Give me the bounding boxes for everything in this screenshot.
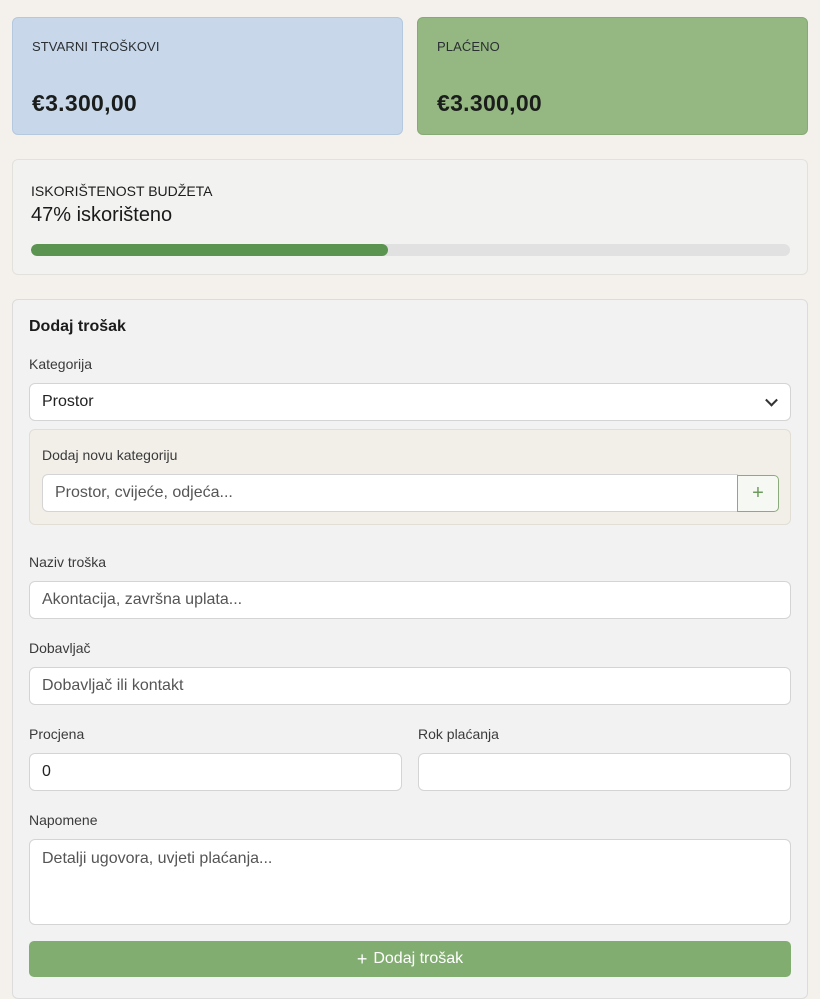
category-select[interactable]: Prostor (29, 383, 791, 421)
budget-usage-percent: 47% iskorišteno (31, 204, 173, 226)
new-category-input[interactable]: Prostor, cvijeće, odjeća... (42, 474, 738, 512)
plus-icon: + (356, 949, 368, 969)
paid-label: PLAĆENO (437, 39, 500, 54)
budget-usage-panel: ISKORIŠTENOST BUDŽETA 47% iskorišteno (12, 159, 808, 275)
add-expense-button-label: Dodaj trošak (373, 950, 464, 967)
plus-icon: + (752, 482, 764, 504)
budget-usage-label: ISKORIŠTENOST BUDŽETA (31, 183, 213, 199)
vendor-input[interactable]: Dobavljač ili kontakt (29, 667, 791, 705)
paid-value: €3.300,00 (437, 90, 543, 116)
new-category-label: Dodaj novu kategoriju (42, 447, 178, 463)
expense-name-input[interactable]: Akontacija, završna uplata... (29, 581, 791, 619)
paid-card: PLAĆENO €3.300,00 (417, 17, 808, 135)
chevron-down-icon (765, 393, 778, 407)
category-selected-value: Prostor (42, 393, 94, 410)
vendor-placeholder: Dobavljač ili kontakt (42, 677, 184, 694)
estimate-label: Procjena (29, 726, 85, 742)
due-date-input[interactable] (418, 753, 791, 791)
add-category-button[interactable]: + (737, 475, 779, 512)
new-category-placeholder: Prostor, cvijeće, odjeća... (55, 484, 233, 501)
estimate-input[interactable]: 0 (29, 753, 402, 791)
add-expense-form: Dodaj trošak Kategorija Prostor Dodaj no… (12, 299, 808, 999)
actual-costs-value: €3.300,00 (32, 90, 138, 116)
estimate-value: 0 (42, 763, 51, 780)
due-date-label: Rok plaćanja (418, 726, 499, 742)
new-category-panel: Dodaj novu kategoriju Prostor, cvijeće, … (29, 429, 791, 525)
notes-label: Napomene (29, 812, 98, 828)
notes-textarea[interactable]: Detalji ugovora, uvjeti plaćanja... (29, 839, 791, 925)
budget-progress-bar (31, 244, 790, 256)
actual-costs-label: STVARNI TROŠKOVI (32, 39, 160, 54)
expense-name-label: Naziv troška (29, 554, 107, 570)
expense-name-placeholder: Akontacija, završna uplata... (42, 591, 243, 608)
actual-costs-card: STVARNI TROŠKOVI €3.300,00 (12, 17, 403, 135)
category-label: Kategorija (29, 356, 93, 372)
budget-progress-fill (31, 244, 388, 256)
form-title: Dodaj trošak (29, 318, 126, 335)
add-expense-button[interactable]: + Dodaj trošak (29, 941, 791, 977)
vendor-label: Dobavljač (29, 640, 91, 656)
notes-placeholder: Detalji ugovora, uvjeti plaćanja... (42, 850, 273, 867)
